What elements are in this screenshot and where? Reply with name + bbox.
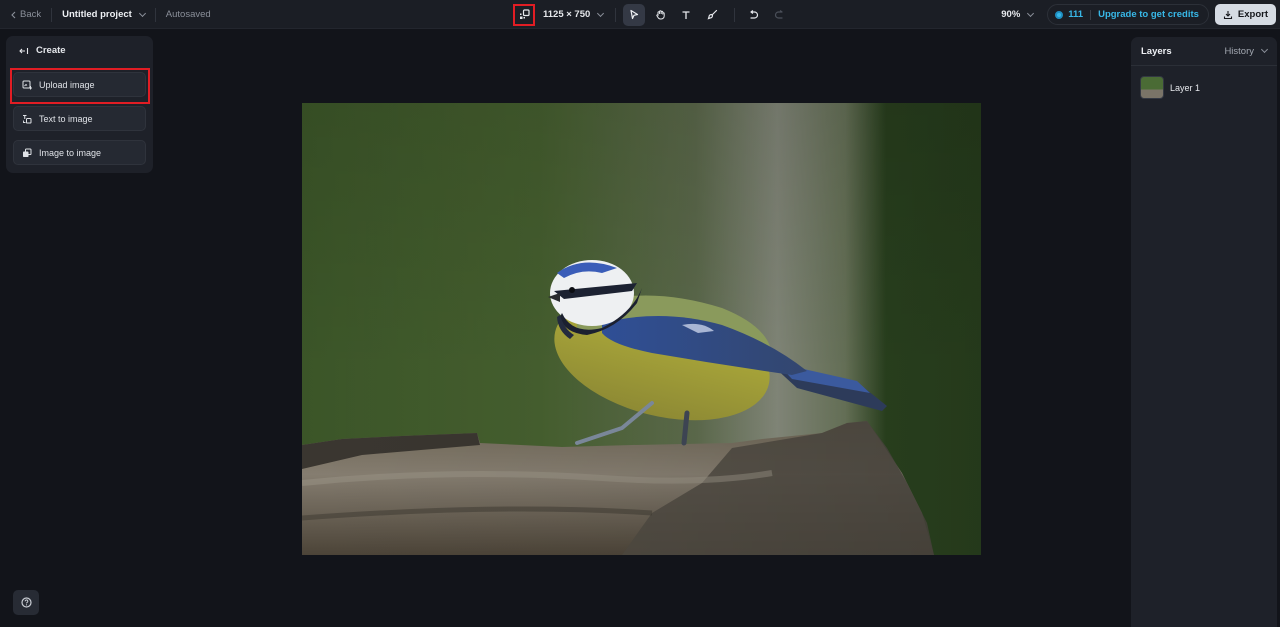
redo-icon [774, 9, 783, 19]
text-to-image-button[interactable]: Text to image [13, 106, 146, 131]
zoom-dropdown[interactable]: 90% [1001, 9, 1035, 20]
history-dropdown[interactable]: History [1224, 45, 1269, 57]
canvas-size-value: 1125 × 750 [543, 9, 591, 20]
redo-button[interactable] [768, 4, 790, 26]
layers-tab[interactable]: Layers [1141, 46, 1172, 57]
top-bar: Back Untitled project Autosaved 1125 × 7… [0, 0, 1280, 29]
chevron-left-icon [11, 11, 16, 18]
download-icon [1223, 10, 1232, 19]
save-status: Autosaved [165, 9, 211, 20]
resize-canvas-button[interactable] [513, 3, 535, 26]
divider [154, 7, 156, 22]
hand-tool-button[interactable] [649, 4, 671, 26]
create-title: Create [36, 45, 66, 56]
create-header[interactable]: Create [19, 45, 66, 56]
export-label: Export [1237, 9, 1268, 20]
export-button[interactable]: Export [1214, 4, 1276, 25]
brush-tool-button[interactable] [701, 4, 723, 26]
zoom-value: 90% [1001, 9, 1021, 20]
create-panel: Create Upload image Text to image Image … [6, 36, 153, 173]
back-button[interactable]: Back [10, 9, 41, 20]
credits-icon [1055, 10, 1064, 19]
help-icon [20, 597, 32, 608]
layer-name: Layer 1 [1170, 82, 1201, 93]
text-to-image-icon [23, 114, 32, 123]
canvas-image[interactable] [302, 103, 981, 555]
chevron-down-icon[interactable] [138, 9, 146, 17]
canvas-size-dropdown[interactable]: 1125 × 750 [543, 9, 605, 20]
layers-panel: Layers History Layer 1 [1131, 37, 1277, 627]
back-label: Back [20, 9, 42, 20]
layers-header: Layers History [1131, 37, 1277, 66]
upgrade-link[interactable]: Upgrade to get credits [1098, 9, 1199, 20]
credits-pill[interactable]: 111 Upgrade to get credits [1047, 4, 1209, 25]
image-to-image-icon [23, 148, 32, 157]
text-icon [682, 10, 690, 19]
layer-thumbnail [1140, 76, 1164, 99]
brush-icon [707, 9, 717, 20]
collapse-panel-icon [19, 47, 29, 54]
text-tool-button[interactable] [675, 4, 697, 26]
divider [615, 7, 617, 22]
help-button[interactable] [13, 590, 39, 615]
text-to-image-label: Text to image [39, 113, 93, 124]
bird-photo [302, 103, 981, 555]
image-to-image-label: Image to image [39, 147, 102, 158]
chevron-down-icon [597, 9, 605, 17]
credits-count: 111 [1068, 9, 1084, 20]
resize-icon [519, 9, 530, 19]
chevron-down-icon [1027, 9, 1035, 17]
divider [734, 7, 736, 22]
layer-item[interactable]: Layer 1 [1131, 66, 1277, 109]
undo-icon [750, 9, 758, 19]
cursor-icon [630, 9, 639, 20]
divider [1090, 9, 1092, 20]
history-label: History [1224, 45, 1254, 57]
hand-icon [656, 10, 665, 20]
select-tool-button[interactable] [623, 3, 646, 26]
upload-image-highlight [10, 68, 150, 104]
divider [51, 7, 53, 22]
project-name[interactable]: Untitled project [62, 9, 132, 20]
image-to-image-button[interactable]: Image to image [13, 140, 146, 165]
undo-button[interactable] [742, 4, 764, 26]
chevron-down-icon [1260, 45, 1269, 54]
